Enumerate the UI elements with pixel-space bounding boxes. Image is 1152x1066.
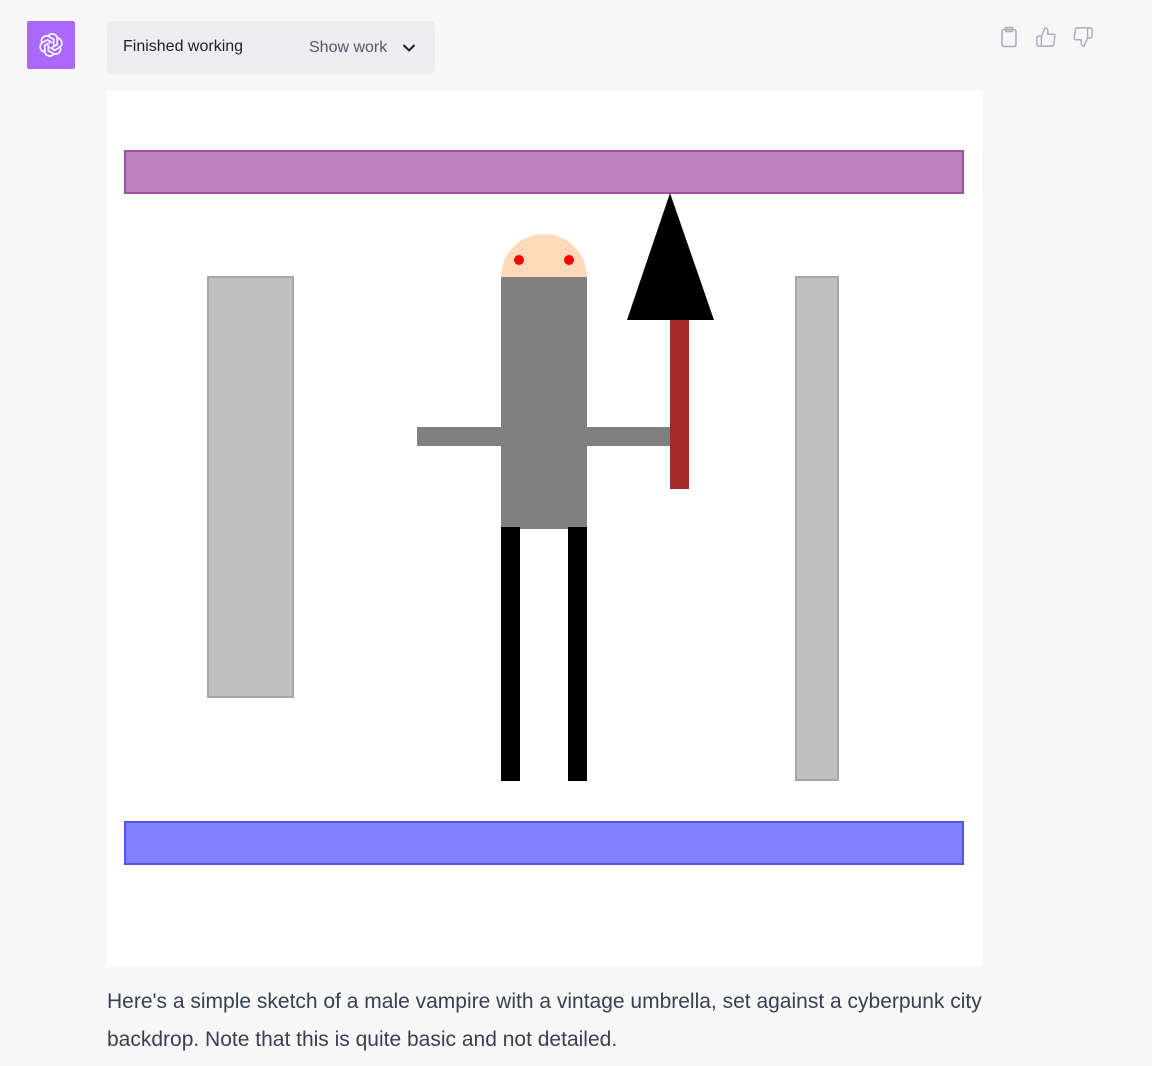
vampire-torso xyxy=(501,277,587,529)
vampire-sketch xyxy=(124,150,964,865)
show-work-label: Show work xyxy=(309,38,388,56)
top-bar xyxy=(124,150,964,194)
tool-status-bar: Finished working Show work xyxy=(107,21,435,74)
left-building xyxy=(207,276,294,698)
assistant-avatar xyxy=(27,21,75,69)
openai-logo-icon xyxy=(39,33,63,57)
thumbs-up-button[interactable] xyxy=(1034,24,1058,50)
show-work-button[interactable]: Show work xyxy=(309,21,417,74)
thumbs-up-icon xyxy=(1036,27,1056,47)
chevron-down-icon xyxy=(401,40,417,56)
clipboard-icon xyxy=(1001,26,1017,48)
right-leg xyxy=(568,527,587,781)
generated-image xyxy=(107,91,982,966)
right-eye xyxy=(564,255,574,265)
thumbs-down-button[interactable] xyxy=(1071,24,1095,50)
right-building xyxy=(795,276,839,781)
message-actions xyxy=(997,24,1097,52)
vampire-arms xyxy=(417,427,670,446)
vampire-head xyxy=(501,234,587,277)
bottom-bar xyxy=(124,821,964,865)
umbrella-canopy xyxy=(627,193,714,320)
status-label: Finished working xyxy=(123,38,244,55)
left-leg xyxy=(501,527,520,781)
thumbs-down-icon xyxy=(1073,27,1093,47)
copy-button[interactable] xyxy=(997,24,1021,50)
umbrella-handle xyxy=(670,319,689,489)
left-eye xyxy=(514,255,524,265)
assistant-message: Here's a simple sketch of a male vampire… xyxy=(107,990,982,1051)
